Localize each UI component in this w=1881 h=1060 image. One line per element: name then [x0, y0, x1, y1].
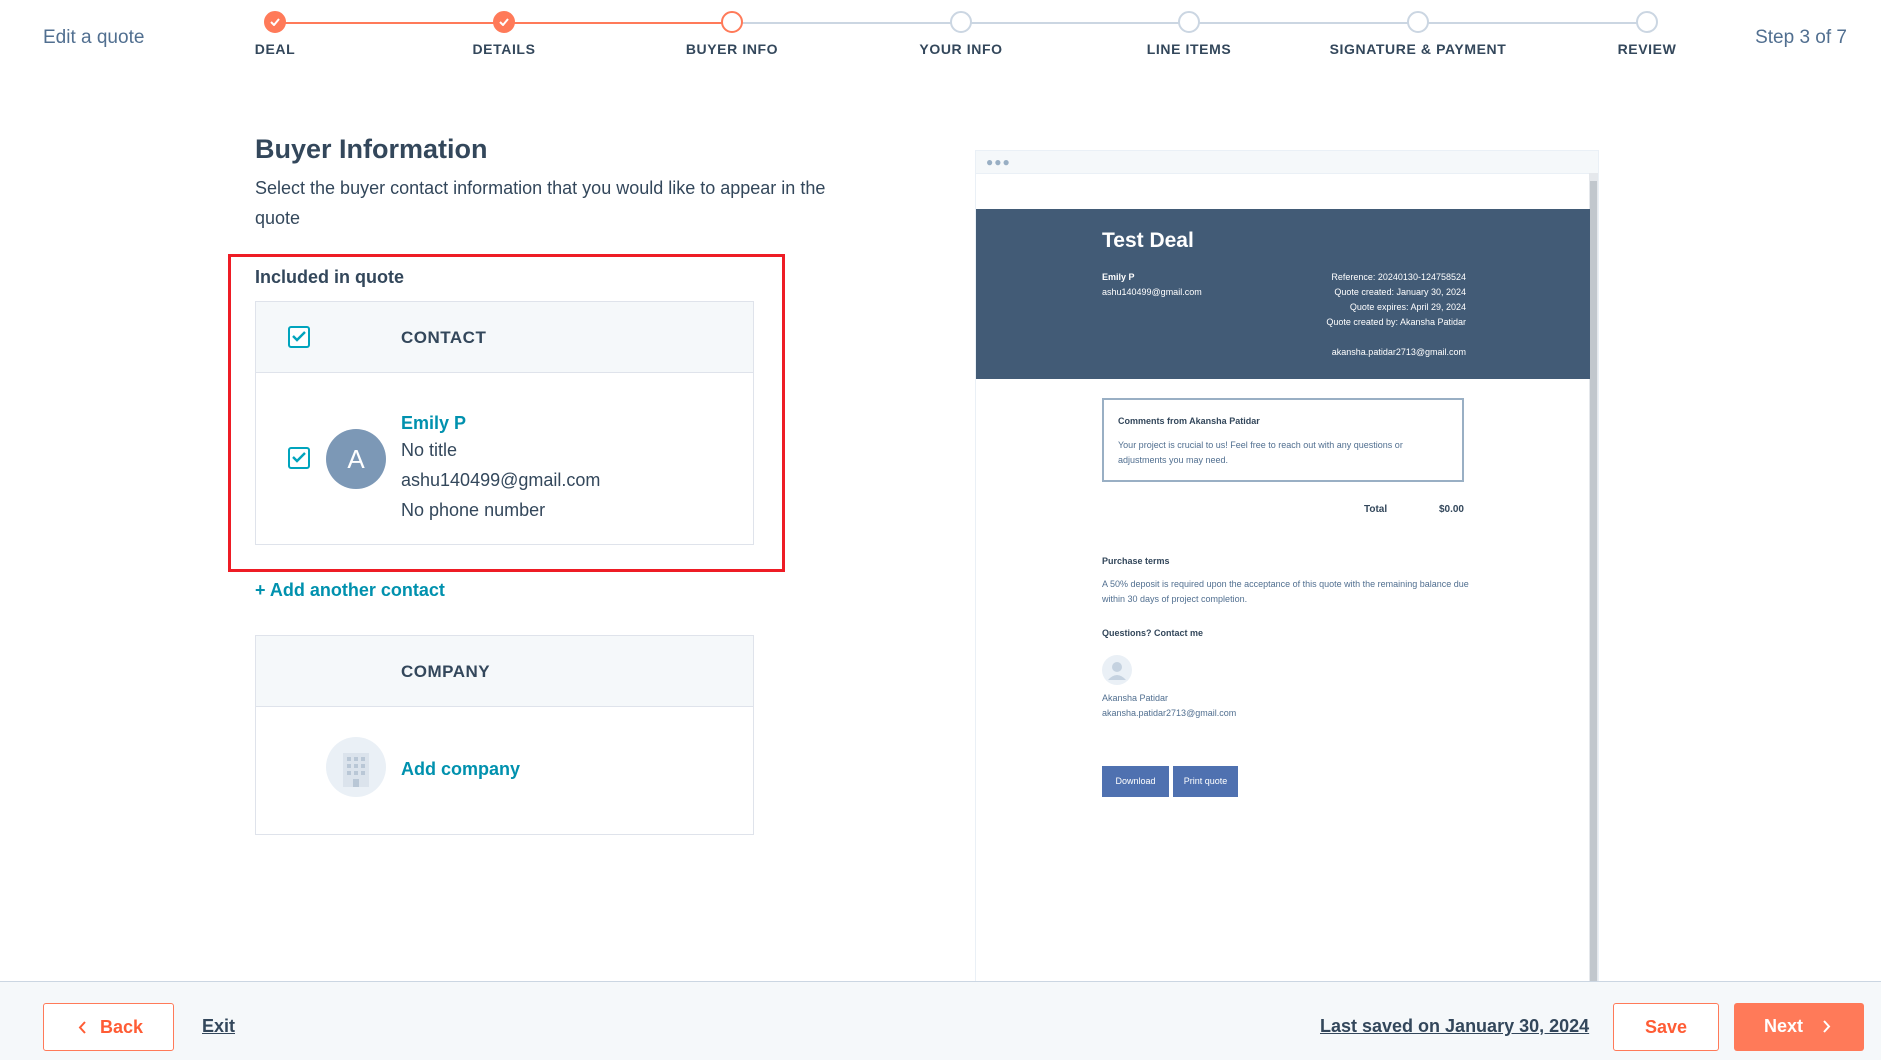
preview-scrollbar-thumb[interactable]	[1590, 181, 1597, 981]
preview-contact-name: Akansha Patidar	[1102, 693, 1169, 703]
preview-total-value: $0.00	[1438, 504, 1464, 515]
add-another-contact-link[interactable]: + Add another contact	[255, 580, 445, 601]
chevron-right-icon	[1823, 1020, 1831, 1033]
contact-email: ashu140499@gmail.com	[401, 470, 601, 490]
contact-name-link[interactable]: Emily P	[401, 413, 466, 434]
preview-questions-heading: Questions? Contact me	[1102, 628, 1204, 638]
page-title: Buyer Information	[255, 134, 488, 164]
step-label: DEAL	[254, 41, 296, 57]
preview-buyer-block: Emily P ashu140499@gmail.com	[1102, 270, 1202, 300]
contact-row: A Emily P No title ashu140499@gmail.com …	[256, 373, 753, 545]
contact-card-header: CONTACT	[256, 302, 753, 373]
back-button[interactable]: Back	[43, 1003, 174, 1051]
step-line-items[interactable]: LINE ITEMS	[1069, 0, 1309, 57]
preview-purchase-terms-heading: Purchase terms	[1102, 556, 1170, 566]
contact-card: CONTACT A Emily P No title ashu140499@gm…	[255, 301, 754, 545]
more-dots-icon: ●●●	[986, 155, 1011, 169]
step-complete-check-icon	[493, 11, 515, 33]
step-current-circle-icon	[721, 11, 743, 33]
contact-title: No title	[401, 440, 458, 460]
progress-header: Edit a quote DEAL DETAILS BUYER INFO YOU…	[0, 0, 1881, 80]
step-label: BUYER INFO	[685, 41, 779, 57]
preview-buyer-name: Emily P	[1102, 272, 1135, 282]
page-description: Select the buyer contact information tha…	[255, 178, 826, 228]
step-label: REVIEW	[1617, 41, 1677, 57]
step-pending-circle-icon	[1178, 11, 1200, 33]
preview-creator-email: akansha.patidar2713@gmail.com	[1331, 347, 1466, 357]
preview-download-button[interactable]: Download	[1102, 766, 1169, 797]
exit-link[interactable]: Exit	[202, 1016, 235, 1037]
checkmark-icon	[292, 331, 306, 342]
save-button[interactable]: Save	[1613, 1003, 1719, 1051]
preview-contact-email: akansha.patidar2713@gmail.com	[1102, 708, 1237, 718]
company-row: Add company	[256, 707, 753, 835]
quote-preview: ●●● Test Deal Emily P ashu140499@gmail.c…	[975, 150, 1599, 982]
preview-expires-date: Quote expires: April 29, 2024	[1349, 302, 1466, 312]
step-details[interactable]: DETAILS	[384, 0, 624, 57]
preview-quote-header: Test Deal Emily P ashu140499@gmail.com R…	[976, 209, 1590, 379]
step-pending-circle-icon	[950, 11, 972, 33]
footer-bar: Back Exit Last saved on January 30, 2024…	[0, 981, 1881, 1060]
add-company-link[interactable]: Add company	[401, 759, 520, 780]
last-saved-link[interactable]: Last saved on January 30, 2024	[1320, 1016, 1589, 1037]
step-counter: Step 3 of 7	[1755, 27, 1847, 48]
step-signature-payment[interactable]: SIGNATURE & PAYMENT	[1298, 0, 1538, 57]
step-buyer-info[interactable]: BUYER INFO	[612, 0, 852, 57]
preview-quote-meta: Reference: 20240130-124758524 Quote crea…	[1326, 270, 1466, 360]
checkmark-icon	[292, 452, 306, 463]
preview-print-button[interactable]: Print quote	[1173, 766, 1238, 797]
preview-purchase-terms-body: A 50% deposit is required upon the accep…	[1102, 579, 1469, 604]
building-icon	[326, 737, 386, 797]
preview-total-label: Total	[1364, 504, 1388, 515]
preview-toolbar: ●●●	[976, 151, 1598, 174]
step-pending-circle-icon	[1636, 11, 1658, 33]
included-in-quote-label: Included in quote	[255, 267, 404, 287]
company-card: COMPANY Add company	[255, 635, 754, 835]
step-label: DETAILS	[472, 41, 536, 57]
preview-created-by: Quote created by: Akansha Patidar	[1326, 317, 1466, 327]
preview-comments-box: Comments from Akansha Patidar Your proje…	[1102, 398, 1464, 482]
step-label: LINE ITEMS	[1146, 41, 1232, 57]
preview-deal-title: Test Deal	[1102, 229, 1194, 252]
contact-checkbox[interactable]	[288, 447, 310, 469]
back-button-label: Back	[100, 1017, 144, 1037]
chevron-left-icon	[78, 1021, 86, 1034]
company-card-header: COMPANY	[256, 636, 753, 707]
step-review[interactable]: REVIEW	[1527, 0, 1767, 57]
step-complete-check-icon	[264, 11, 286, 33]
contact-card-title: CONTACT	[401, 328, 487, 347]
next-button-label: Next	[1764, 1016, 1804, 1036]
preview-comments-body: Your project is crucial to us! Feel free…	[1118, 440, 1403, 465]
company-card-title: COMPANY	[401, 662, 491, 681]
select-all-contacts-checkbox[interactable]	[288, 326, 310, 348]
page-header-title: Edit a quote	[43, 27, 145, 48]
next-button[interactable]: Next	[1734, 1003, 1864, 1051]
preview-reference: Reference: 20240130-124758524	[1331, 272, 1466, 282]
contact-avatar: A	[326, 429, 386, 489]
step-deal[interactable]: DEAL	[155, 0, 395, 57]
step-label: YOUR INFO	[919, 41, 1003, 57]
preview-contact-avatar-icon	[1102, 655, 1132, 685]
step-your-info[interactable]: YOUR INFO	[841, 0, 1081, 57]
preview-comments-heading: Comments from Akansha Patidar	[1118, 416, 1260, 426]
preview-buyer-email: ashu140499@gmail.com	[1102, 287, 1202, 297]
preview-scrollbar[interactable]	[1589, 173, 1598, 981]
contact-phone: No phone number	[401, 500, 546, 520]
preview-created-date: Quote created: January 30, 2024	[1334, 287, 1466, 297]
step-pending-circle-icon	[1407, 11, 1429, 33]
step-label: SIGNATURE & PAYMENT	[1329, 41, 1507, 57]
